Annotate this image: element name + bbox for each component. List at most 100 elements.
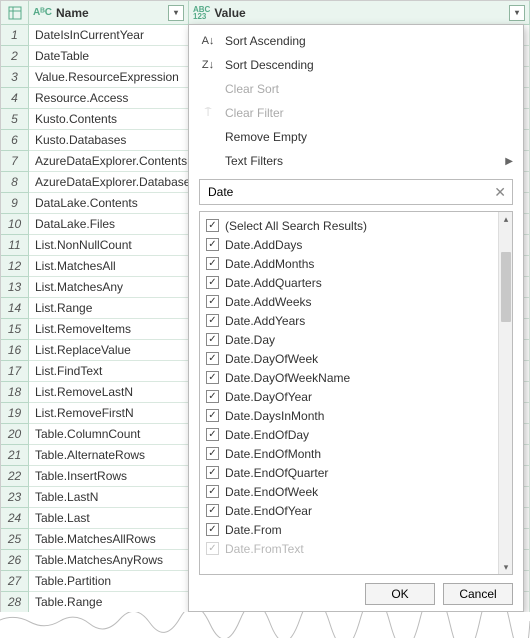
scrollbar[interactable]: ▴ ▾ (498, 212, 512, 574)
row-number[interactable]: 19 (1, 403, 29, 424)
cell-name[interactable]: DataLake.Contents (29, 193, 189, 214)
sort-descending[interactable]: Z↓ Sort Descending (189, 53, 523, 77)
text-filters[interactable]: Text Filters ▶ (189, 149, 523, 173)
checkbox-icon[interactable]: ✓ (206, 314, 219, 327)
cell-name[interactable]: DataLake.Files (29, 214, 189, 235)
filter-option[interactable]: ✓Date.DaysInMonth (204, 406, 494, 425)
row-number[interactable]: 14 (1, 298, 29, 319)
row-number[interactable]: 1 (1, 25, 29, 46)
filter-option[interactable]: ✓Date.EndOfYear (204, 501, 494, 520)
cell-name[interactable]: Table.Last (29, 508, 189, 529)
filter-option[interactable]: ✓(Select All Search Results) (204, 216, 494, 235)
row-number[interactable]: 18 (1, 382, 29, 403)
row-number[interactable]: 8 (1, 172, 29, 193)
row-number[interactable]: 17 (1, 361, 29, 382)
column-dropdown-name[interactable]: ▾ (168, 5, 184, 21)
cell-name[interactable]: Table.ColumnCount (29, 424, 189, 445)
cell-name[interactable]: Table.MatchesAllRows (29, 529, 189, 550)
ok-button[interactable]: OK (365, 583, 435, 605)
filter-option[interactable]: ✓Date.AddYears (204, 311, 494, 330)
checkbox-icon[interactable]: ✓ (206, 485, 219, 498)
checkbox-icon[interactable]: ✓ (206, 504, 219, 517)
cell-name[interactable]: List.MatchesAll (29, 256, 189, 277)
cell-name[interactable]: Table.Partition (29, 571, 189, 592)
row-number[interactable]: 3 (1, 67, 29, 88)
cell-name[interactable]: AzureDataExplorer.Databases (29, 172, 189, 193)
checkbox-icon[interactable]: ✓ (206, 447, 219, 460)
filter-option[interactable]: ✓Date.EndOfWeek (204, 482, 494, 501)
checkbox-icon[interactable]: ✓ (206, 276, 219, 289)
sort-ascending[interactable]: A↓ Sort Ascending (189, 29, 523, 53)
column-dropdown-value[interactable]: ▾ (509, 5, 525, 21)
checkbox-icon[interactable]: ✓ (206, 333, 219, 346)
filter-option[interactable]: ✓Date.Day (204, 330, 494, 349)
remove-empty[interactable]: Remove Empty (189, 125, 523, 149)
checkbox-icon[interactable]: ✓ (206, 257, 219, 270)
filter-option[interactable]: ✓Date.AddDays (204, 235, 494, 254)
filter-option[interactable]: ✓Date.DayOfYear (204, 387, 494, 406)
scroll-thumb[interactable] (501, 252, 511, 322)
row-number[interactable]: 13 (1, 277, 29, 298)
cell-name[interactable]: Kusto.Contents (29, 109, 189, 130)
cell-name[interactable]: List.RemoveItems (29, 319, 189, 340)
cell-name[interactable]: List.ReplaceValue (29, 340, 189, 361)
filter-option[interactable]: ✓Date.EndOfDay (204, 425, 494, 444)
cell-name[interactable]: DateIsInCurrentYear (29, 25, 189, 46)
search-input[interactable] (206, 184, 490, 200)
cell-name[interactable]: Table.Range (29, 592, 189, 613)
checkbox-icon[interactable]: ✓ (206, 219, 219, 232)
row-number[interactable]: 25 (1, 529, 29, 550)
checkbox-icon[interactable]: ✓ (206, 295, 219, 308)
filter-option[interactable]: ✓Date.From (204, 520, 494, 539)
checkbox-icon[interactable]: ✓ (206, 238, 219, 251)
row-number[interactable]: 10 (1, 214, 29, 235)
filter-option[interactable]: ✓Date.AddWeeks (204, 292, 494, 311)
cell-name[interactable]: AzureDataExplorer.Contents (29, 151, 189, 172)
row-number[interactable]: 4 (1, 88, 29, 109)
row-number[interactable]: 23 (1, 487, 29, 508)
row-number[interactable]: 15 (1, 319, 29, 340)
cell-name[interactable]: Table.LastN (29, 487, 189, 508)
cell-name[interactable]: List.RemoveFirstN (29, 403, 189, 424)
cell-name[interactable]: Table.MatchesAnyRows (29, 550, 189, 571)
row-number[interactable]: 11 (1, 235, 29, 256)
cell-name[interactable]: List.MatchesAny (29, 277, 189, 298)
filter-option[interactable]: ✓Date.DayOfWeekName (204, 368, 494, 387)
column-header-name[interactable]: AᴮC Name ▾ (29, 1, 189, 25)
filter-option[interactable]: ✓Date.EndOfMonth (204, 444, 494, 463)
checkbox-icon[interactable]: ✓ (206, 352, 219, 365)
row-number[interactable]: 9 (1, 193, 29, 214)
filter-option[interactable]: ✓Date.AddQuarters (204, 273, 494, 292)
search-box[interactable]: ✕ (199, 179, 513, 205)
cell-name[interactable]: List.RemoveLastN (29, 382, 189, 403)
cell-name[interactable]: Resource.Access (29, 88, 189, 109)
row-number[interactable]: 20 (1, 424, 29, 445)
row-number[interactable]: 27 (1, 571, 29, 592)
cell-name[interactable]: Table.InsertRows (29, 466, 189, 487)
checkbox-icon[interactable]: ✓ (206, 523, 219, 536)
row-number[interactable]: 16 (1, 340, 29, 361)
checkbox-icon[interactable]: ✓ (206, 409, 219, 422)
filter-option[interactable]: ✓Date.EndOfQuarter (204, 463, 494, 482)
row-number[interactable]: 2 (1, 46, 29, 67)
row-number[interactable]: 28 (1, 592, 29, 613)
row-number[interactable]: 12 (1, 256, 29, 277)
row-number[interactable]: 22 (1, 466, 29, 487)
select-all-corner[interactable] (1, 1, 29, 25)
checkbox-icon[interactable]: ✓ (206, 542, 219, 555)
checkbox-icon[interactable]: ✓ (206, 466, 219, 479)
checkbox-icon[interactable]: ✓ (206, 371, 219, 384)
row-number[interactable]: 24 (1, 508, 29, 529)
checkbox-icon[interactable]: ✓ (206, 390, 219, 403)
cell-name[interactable]: Kusto.Databases (29, 130, 189, 151)
cell-name[interactable]: DateTable (29, 46, 189, 67)
row-number[interactable]: 5 (1, 109, 29, 130)
checkbox-icon[interactable]: ✓ (206, 428, 219, 441)
clear-search-icon[interactable]: ✕ (494, 184, 506, 201)
cancel-button[interactable]: Cancel (443, 583, 513, 605)
row-number[interactable]: 6 (1, 130, 29, 151)
row-number[interactable]: 7 (1, 151, 29, 172)
cell-name[interactable]: List.Range (29, 298, 189, 319)
filter-option[interactable]: ✓Date.DayOfWeek (204, 349, 494, 368)
scroll-up-icon[interactable]: ▴ (499, 212, 513, 226)
